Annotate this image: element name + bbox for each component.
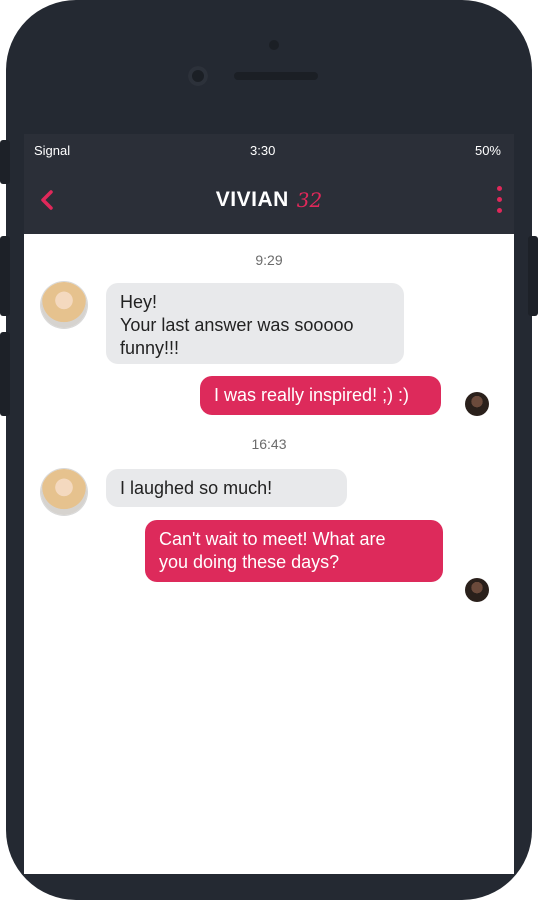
message-line: Your last answer was sooooo <box>120 315 354 335</box>
message-line: I laughed so much! <box>120 478 273 498</box>
incoming-message: I laughed so much! <box>106 469 347 507</box>
contact-avatar[interactable] <box>41 282 87 328</box>
front-camera <box>188 66 208 86</box>
timestamp: 16:43 <box>251 436 287 452</box>
more-options-icon[interactable] <box>496 186 504 216</box>
contact-age: 32 <box>296 188 323 212</box>
incoming-message: Hey! Your last answer was sooooo funny!!… <box>106 283 404 364</box>
volume-down-button <box>0 332 10 416</box>
message-line: you doing these days? <box>159 552 340 572</box>
clock: 3:30 <box>250 143 276 158</box>
contact-name: VIVIAN <box>215 188 289 211</box>
volume-up-button <box>0 236 10 316</box>
message-line: Can't wait to meet! What are <box>159 529 386 549</box>
user-avatar[interactable] <box>465 392 489 416</box>
user-avatar[interactable] <box>465 578 489 602</box>
phone-screen: Signal 3:30 50% VIVIAN 32 9:29 Hey! Your… <box>24 134 514 874</box>
chat-title: VIVIAN 32 <box>24 166 514 234</box>
message-line: funny!!! <box>120 338 180 358</box>
message-line: I was really inspired! ;) :) <box>214 385 410 405</box>
power-button <box>528 236 538 316</box>
chat-header: VIVIAN 32 <box>24 166 514 234</box>
outgoing-message: Can't wait to meet! What are you doing t… <box>145 520 443 582</box>
battery-level: 50% <box>474 143 501 158</box>
mute-switch <box>0 140 10 184</box>
carrier-label: Signal <box>34 143 71 158</box>
proximity-sensor <box>269 40 279 50</box>
contact-avatar[interactable] <box>41 469 87 515</box>
earpiece-speaker <box>234 72 318 80</box>
status-bar: Signal 3:30 50% <box>24 134 514 166</box>
outgoing-message: I was really inspired! ;) :) <box>200 376 441 415</box>
message-line: Hey! <box>120 292 158 312</box>
timestamp: 9:29 <box>255 252 283 268</box>
